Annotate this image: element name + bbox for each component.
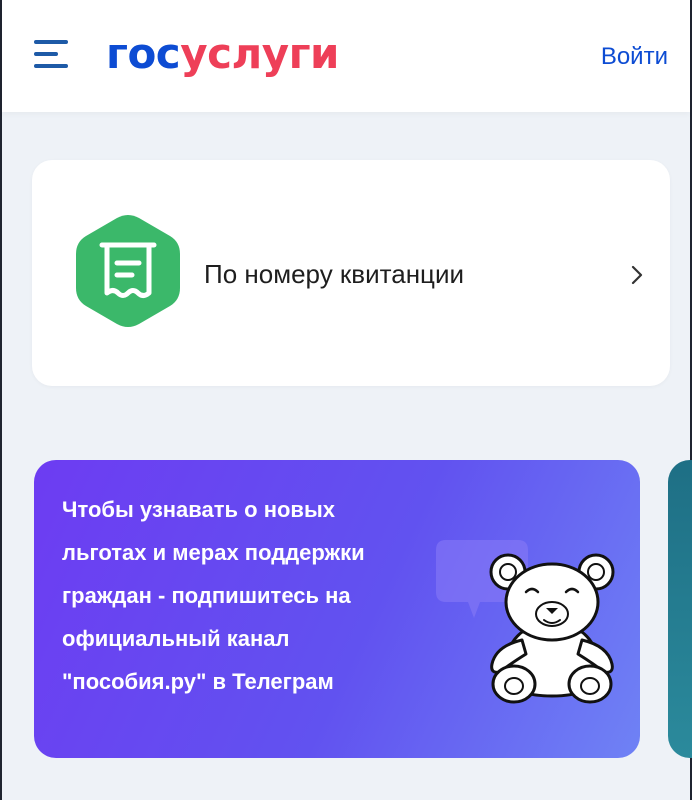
header: госуслуги Войти (2, 0, 690, 112)
logo-part-gos: гос (106, 29, 181, 78)
teddy-bear-icon (489, 553, 615, 704)
promo-line: Чтобы узнавать о новых (62, 497, 335, 522)
telegram-promo-banner[interactable]: Чтобы узнавать о новых льготах и мерах п… (34, 460, 640, 758)
receipt-search-label: По номеру квитанции (204, 259, 464, 289)
next-banner-peek[interactable] (668, 460, 692, 758)
promo-line: "пособия.ру" в Телеграм (62, 669, 334, 694)
receipt-icon (76, 215, 180, 327)
gosuslugi-logo[interactable]: госуслуги (106, 30, 339, 78)
promo-text: Чтобы узнавать о новых льготах и мерах п… (62, 488, 422, 703)
promo-line: официальный канал (62, 626, 290, 651)
chevron-right-icon (631, 265, 643, 285)
logo-part-uslugi: услуги (180, 29, 339, 78)
menu-button[interactable] (34, 38, 72, 72)
promo-line: льготах и мерах поддержки (62, 540, 365, 565)
receipt-search-card[interactable]: По номеру квитанции (32, 160, 670, 386)
menu-line (34, 64, 68, 68)
menu-line (34, 40, 68, 44)
menu-line (34, 52, 58, 56)
login-link[interactable]: Войти (601, 42, 668, 72)
promo-line: граждан - подпишитесь на (62, 583, 351, 608)
